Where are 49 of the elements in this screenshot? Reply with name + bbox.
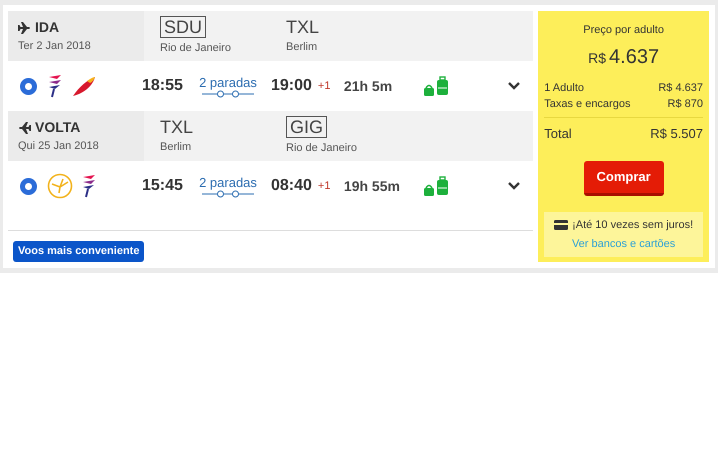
leg-date: Qui 25 Jan 2018 (18, 139, 100, 154)
flight-radio[interactable] (20, 78, 37, 94)
day-offset: +1 (318, 78, 332, 94)
price-line-label: 1 Adulto (544, 80, 584, 96)
city-name: Berlim (286, 40, 318, 55)
city-name: Berlim (160, 140, 192, 155)
stops-line-icon (202, 190, 254, 198)
airport-code: TXL (286, 16, 320, 37)
striped-logo-icon (81, 174, 97, 198)
chevron-down-icon[interactable] (508, 182, 520, 190)
price-line-value: R$ 4.637 (658, 80, 703, 96)
airport-code: SDU (160, 16, 206, 38)
departure-time: 15:45 (142, 176, 184, 196)
swoosh-logo-icon (71, 75, 97, 97)
leg-date: Ter 2 Jan 2018 (18, 39, 92, 54)
installments-text: ¡Até 10 vezes sem juros! (572, 218, 694, 233)
departure-time: 18:55 (142, 76, 184, 96)
price-label: Preço por adulto (582, 23, 665, 38)
currency-symbol: R$ (588, 48, 606, 68)
leg-direction: VOLTA (35, 118, 80, 138)
flight-duration: 19h 55m (344, 176, 401, 196)
price-line-value: R$ 870 (668, 96, 703, 112)
arrival-time: 19:00 (271, 76, 312, 96)
striped-logo-icon (47, 74, 63, 98)
flight-radio[interactable] (20, 178, 37, 194)
buy-button[interactable]: Comprar (584, 161, 664, 196)
airport-code: GIG (286, 116, 328, 138)
baggage-icon (424, 76, 450, 96)
plane-icon (18, 122, 31, 134)
city-name: Rio de Janeiro (286, 140, 358, 156)
tag-badge: Voos mais conveniente (13, 241, 144, 262)
price-amount: 4.637 (609, 44, 660, 70)
stops-line-icon (202, 90, 254, 98)
total-label: Total (544, 124, 572, 142)
leg-direction: IDA (35, 18, 60, 38)
flight-duration: 21h 5m (344, 76, 394, 96)
price-line-label: Taxas e encargos (544, 96, 630, 112)
chevron-down-icon[interactable] (508, 82, 520, 90)
stops-link[interactable]: 2 paradas (199, 174, 257, 190)
plane-icon (18, 22, 31, 34)
total-value: R$ 5.507 (650, 124, 703, 142)
credit-card-icon (554, 220, 568, 230)
airport-code: TXL (160, 116, 194, 137)
day-offset: +1 (318, 178, 332, 194)
arrival-time: 08:40 (271, 176, 312, 196)
stops-link[interactable]: 2 paradas (199, 74, 257, 90)
baggage-icon (424, 176, 450, 196)
crane-logo-icon (47, 173, 73, 199)
city-name: Rio de Janeiro (160, 40, 232, 56)
